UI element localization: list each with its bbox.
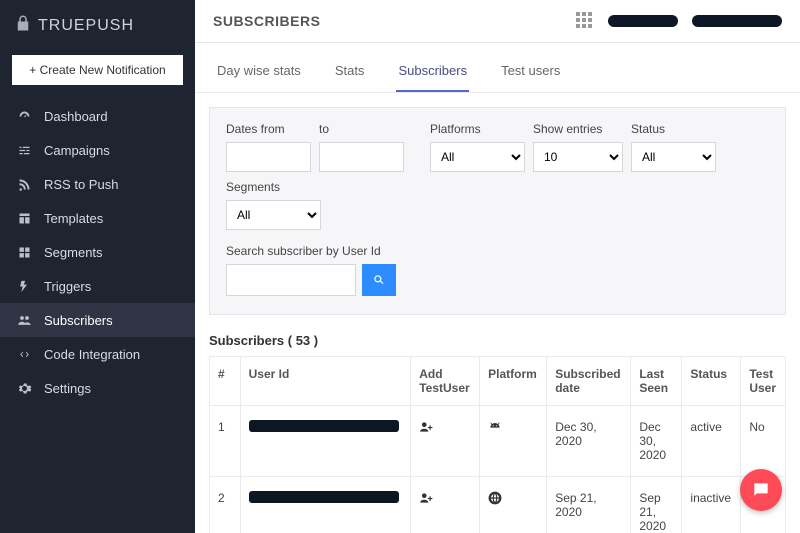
subscribers-icon (16, 312, 32, 328)
chat-fab[interactable] (740, 469, 782, 511)
cell-status: inactive (682, 477, 741, 533)
sidebar-item-label: Settings (44, 381, 91, 396)
tab-stats[interactable]: Stats (333, 57, 367, 92)
table-wrap: Subscribers ( 53 ) # User Id Add TestUse… (195, 315, 800, 533)
status-select[interactable]: All (631, 142, 716, 172)
cell-status: active (682, 406, 741, 477)
filter-panel: Dates from to Platforms All Show entries… (209, 107, 786, 315)
user-plus-icon (419, 491, 433, 505)
brand-name: TRUEPUSH (38, 17, 134, 35)
col-userid: User Id (240, 357, 411, 406)
search-input[interactable] (226, 264, 356, 296)
table-row: 2 Sep 21, 2020 Sep 21, 2020 inactive (210, 477, 786, 533)
segments-label: Segments (226, 180, 321, 194)
col-platform: Platform (480, 357, 547, 406)
table-title: Subscribers ( 53 ) (209, 333, 786, 348)
tab-subscribers[interactable]: Subscribers (396, 57, 469, 92)
segments-select[interactable]: All (226, 200, 321, 230)
brand-icon (14, 14, 32, 37)
sidebar-item-label: Triggers (44, 279, 91, 294)
account-redacted (608, 15, 678, 27)
dates-to-input[interactable] (319, 142, 404, 172)
col-addtest: Add TestUser (411, 357, 480, 406)
search-label: Search subscriber by User Id (226, 244, 769, 258)
user-plus-icon (419, 420, 433, 434)
sidebar-item-dashboard[interactable]: Dashboard (0, 99, 195, 133)
cell-lastseen: Sep 21, 2020 (631, 477, 682, 533)
brand: TRUEPUSH (0, 10, 195, 49)
platforms-select[interactable]: All (430, 142, 525, 172)
tabs: Day wise stats Stats Subscribers Test us… (195, 43, 800, 93)
topbar: SUBSCRIBERS (195, 0, 800, 43)
cell-testuser: No (741, 406, 786, 477)
sidebar-item-triggers[interactable]: Triggers (0, 269, 195, 303)
page-title: SUBSCRIBERS (213, 13, 320, 29)
sidebar-item-code-integration[interactable]: Code Integration (0, 337, 195, 371)
col-num: # (210, 357, 241, 406)
segments-icon (16, 244, 32, 260)
cell-num: 2 (210, 477, 241, 533)
cell-subdate: Dec 30, 2020 (547, 406, 631, 477)
platforms-label: Platforms (430, 122, 525, 136)
cell-addtest[interactable] (411, 477, 480, 533)
col-lastseen: Last Seen (631, 357, 682, 406)
col-subdate: Subscribed date (547, 357, 631, 406)
globe-icon (488, 491, 502, 505)
template-icon (16, 210, 32, 226)
table-row: 1 Dec 30, 2020 Dec 30, 2020 active No (210, 406, 786, 477)
sidebar-item-label: Code Integration (44, 347, 140, 362)
sidebar-item-segments[interactable]: Segments (0, 235, 195, 269)
dates-to-label: to (319, 122, 404, 136)
dates-from-input[interactable] (226, 142, 311, 172)
show-entries-label: Show entries (533, 122, 623, 136)
gear-icon (16, 380, 32, 396)
topbar-right (576, 12, 782, 30)
sliders-icon (16, 142, 32, 158)
cell-num: 1 (210, 406, 241, 477)
cell-addtest[interactable] (411, 406, 480, 477)
sidebar-item-rss[interactable]: RSS to Push (0, 167, 195, 201)
cell-platform (480, 406, 547, 477)
sidebar-item-label: Dashboard (44, 109, 108, 124)
cell-subdate: Sep 21, 2020 (547, 477, 631, 533)
rss-icon (16, 176, 32, 192)
sidebar: TRUEPUSH + Create New Notification Dashb… (0, 0, 195, 533)
cell-lastseen: Dec 30, 2020 (631, 406, 682, 477)
tab-daywise[interactable]: Day wise stats (215, 57, 303, 92)
code-icon (16, 346, 32, 362)
subscribers-table: # User Id Add TestUser Platform Subscrib… (209, 356, 786, 533)
show-entries-select[interactable]: 10 (533, 142, 623, 172)
android-icon (488, 420, 502, 434)
sidebar-item-settings[interactable]: Settings (0, 371, 195, 405)
cell-platform (480, 477, 547, 533)
cell-userid (240, 406, 411, 477)
cell-userid (240, 477, 411, 533)
sidebar-item-label: Segments (44, 245, 103, 260)
search-icon (372, 273, 386, 287)
search-button[interactable] (362, 264, 396, 296)
sidebar-item-campaigns[interactable]: Campaigns (0, 133, 195, 167)
dates-from-label: Dates from (226, 122, 311, 136)
sidebar-item-label: Campaigns (44, 143, 110, 158)
col-status: Status (682, 357, 741, 406)
sidebar-item-label: Templates (44, 211, 103, 226)
status-label: Status (631, 122, 716, 136)
create-notification-button[interactable]: + Create New Notification (12, 55, 183, 85)
main: SUBSCRIBERS Day wise stats Stats Subscri… (195, 0, 800, 533)
col-testuser: Test User (741, 357, 786, 406)
tab-testusers[interactable]: Test users (499, 57, 562, 92)
sidebar-item-templates[interactable]: Templates (0, 201, 195, 235)
apps-grid-icon[interactable] (576, 12, 594, 30)
trigger-icon (16, 278, 32, 294)
sidebar-item-label: RSS to Push (44, 177, 118, 192)
sidebar-item-label: Subscribers (44, 313, 113, 328)
account-redacted (692, 15, 782, 27)
gauge-icon (16, 108, 32, 124)
sidebar-item-subscribers[interactable]: Subscribers (0, 303, 195, 337)
chat-icon (751, 480, 771, 500)
